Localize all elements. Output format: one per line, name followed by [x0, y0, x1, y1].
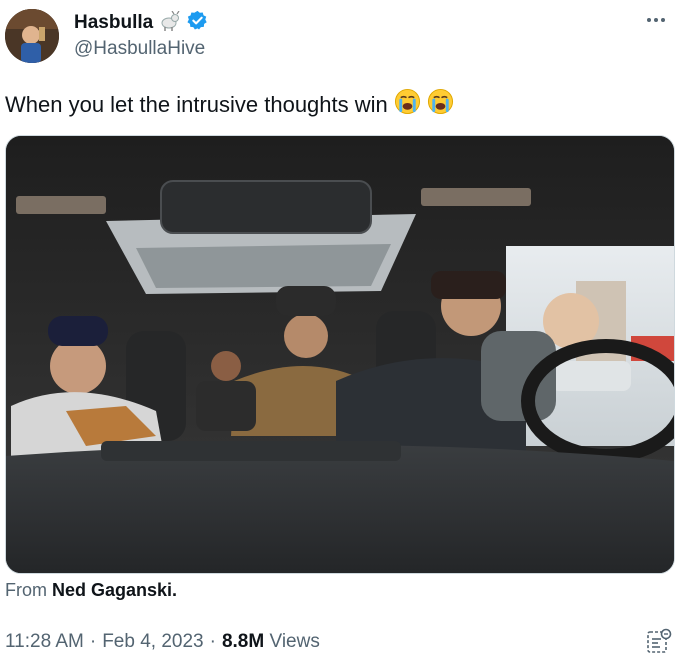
more-options-button[interactable]	[644, 8, 668, 32]
loudly-crying-face-icon	[394, 88, 421, 121]
tweet-body: When you let the intrusive thoughts win	[5, 91, 388, 117]
tweet-media-video[interactable]	[5, 135, 675, 574]
view-analytics-button[interactable]	[646, 628, 672, 654]
avatar[interactable]	[5, 9, 59, 63]
author-display-name[interactable]: Hasbulla	[74, 12, 153, 34]
tweet-time[interactable]: 11:28 AM	[5, 631, 84, 653]
tweet-meta: 11:28 AM · Feb 4, 2023 · 8.8M Views	[5, 631, 320, 653]
credit-prefix: From	[5, 580, 47, 600]
media-credit: From Ned Gaganski.	[5, 580, 177, 601]
more-icon	[647, 18, 665, 22]
views-label: Views	[269, 631, 320, 652]
video-frame-image	[6, 136, 674, 573]
verified-badge-icon[interactable]	[187, 10, 208, 36]
author-handle[interactable]: @HasbullaHive	[74, 38, 205, 60]
credit-name[interactable]: Ned Gaganski.	[52, 580, 177, 600]
separator-dot: ·	[209, 631, 216, 652]
views-count: 8.8M	[221, 631, 265, 652]
goat-icon	[159, 10, 181, 36]
analytics-icon	[647, 628, 672, 653]
separator-dot: ·	[89, 631, 97, 652]
tweet-text: When you let the intrusive thoughts win	[5, 88, 454, 121]
tweet-date[interactable]: Feb 4, 2023	[102, 631, 203, 653]
author-name-row: Hasbulla	[74, 10, 208, 36]
loudly-crying-face-icon	[427, 88, 454, 121]
